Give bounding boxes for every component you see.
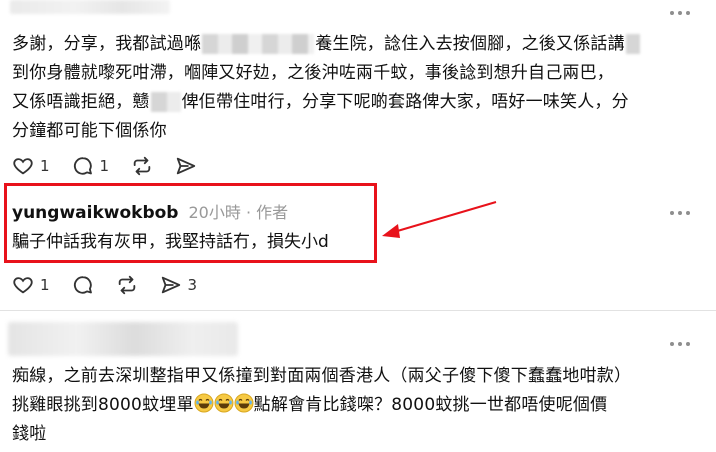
blurred-author	[10, 0, 170, 14]
redacted-text	[150, 92, 181, 112]
reply-username[interactable]: yungwaikwokbob	[12, 203, 178, 223]
comment-button[interactable]: 1	[72, 155, 110, 177]
laughing-emoji	[194, 393, 214, 413]
comment-icon	[73, 276, 92, 294]
reply-text: 騙子仲話我有灰甲，我堅持話冇，損失小d	[12, 232, 329, 252]
repost-icon	[118, 275, 135, 295]
share-count: 3	[187, 276, 198, 294]
post-actions: 1 1	[12, 155, 219, 177]
share-button[interactable]	[175, 155, 197, 177]
post-line-1: 多謝，分享，我都試過喺 養生院，諗住入去按個腳，之後又係話講	[12, 30, 641, 59]
share-icon	[161, 276, 180, 294]
comment-line-2: 挑雞眼挑到8000蚊埋單 點解會肯比錢㗎？8000蚊挑一世都唔使呢個價	[12, 393, 608, 415]
like-button[interactable]: 1	[12, 155, 50, 177]
heart-icon	[13, 158, 33, 175]
reply-like-button[interactable]: 1	[12, 274, 50, 296]
reply-more-options-icon[interactable]	[670, 210, 690, 216]
heart-icon	[13, 277, 33, 294]
laughing-emoji	[214, 393, 234, 413]
comment-more-options-icon[interactable]	[670, 341, 690, 347]
post-line-4: 分鐘都可能下個係你	[12, 121, 167, 141]
like-count: 1	[40, 157, 50, 175]
reply-share-button[interactable]: 3	[160, 274, 198, 296]
comment-icon	[73, 157, 92, 175]
blurred-commenter	[8, 322, 238, 356]
reply-header: yungwaikwokbob 20小時 · 作者	[12, 199, 288, 223]
comment-count: 1	[99, 157, 110, 175]
post-line-3: 又係唔識拒絕，戆 俾佢帶住咁行，分享下呢啲套路俾大家，唔好一味笑人，分	[12, 92, 629, 112]
reply-repost-button[interactable]	[116, 274, 138, 296]
reply-like-count: 1	[40, 276, 50, 294]
reply-comment-button[interactable]	[72, 274, 94, 296]
post-line-2: 到你身體就嚟死咁滯，嗰陣又好攰，之後沖咗兩千蚊，事後諗到想升自己兩巴，	[12, 63, 615, 83]
reply-time: 20小時	[188, 203, 241, 222]
divider	[0, 310, 716, 311]
arrow-annotation	[382, 201, 497, 238]
share-icon	[176, 157, 196, 175]
author-badge: 作者	[256, 203, 289, 222]
comment-line-3: 錢啦	[12, 424, 47, 444]
repost-button[interactable]	[131, 155, 153, 177]
redacted-text	[202, 34, 315, 54]
repost-icon	[133, 156, 151, 176]
reply-meta: 20小時 · 作者	[188, 199, 288, 223]
thread-page: 多謝，分享，我都試過喺 養生院，諗住入去按個腳，之後又係話講 到你身體就嚟死咁滯，…	[0, 0, 716, 452]
comment-line-1: 痴線，之前去深圳整指甲又係撞到對面兩個香港人（兩父子傻下傻下蠢蠢地咁款）	[12, 366, 632, 386]
laughing-emoji	[234, 393, 254, 413]
meta-separator: ·	[245, 203, 252, 222]
reply-actions: 1 3	[12, 274, 219, 296]
redacted-text	[625, 34, 640, 54]
more-options-icon[interactable]	[670, 10, 690, 16]
